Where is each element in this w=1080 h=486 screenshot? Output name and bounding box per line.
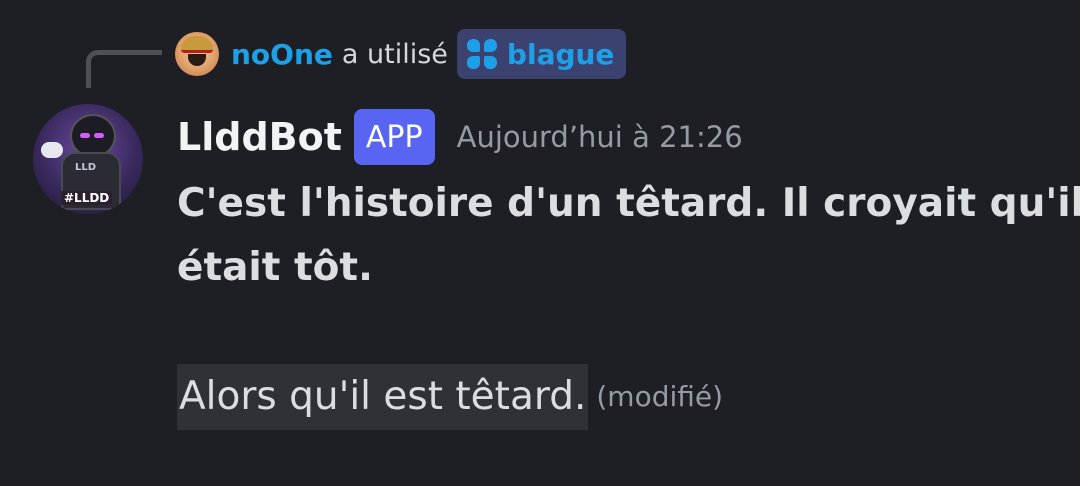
- message-line-1: C'est l'histoire d'un têtard. Il croyait…: [177, 181, 1080, 226]
- face-icon: [188, 54, 206, 66]
- app-command-icon: [466, 39, 497, 69]
- user-avatar[interactable]: [175, 32, 219, 76]
- message-header: LlddBot APP Aujourd’hui à 21:26: [177, 108, 743, 166]
- command-user-name[interactable]: noOne: [231, 38, 333, 71]
- bot-username[interactable]: LlddBot: [177, 115, 342, 159]
- message-content: C'est l'histoire d'un têtard. Il croyait…: [177, 172, 1080, 430]
- discord-logo-icon: [41, 142, 63, 158]
- command-name: blague: [506, 37, 615, 71]
- edited-indicator[interactable]: (modifié): [596, 365, 723, 429]
- message-line-3-row: Alors qu'il est têtard. (modifié): [177, 364, 1067, 430]
- chat-message: noOne a utilisé blague LLD #LLDD LlddBot…: [0, 0, 1080, 486]
- app-badge: APP: [353, 109, 435, 165]
- message-line-3: Alors qu'il est têtard.: [177, 364, 589, 430]
- reply-connector: [86, 50, 162, 88]
- command-used-text: a utilisé: [341, 38, 448, 70]
- avatar-tag-text: #LLDD: [61, 191, 113, 205]
- command-mention[interactable]: blague: [456, 29, 627, 79]
- straw-hat-icon: [181, 36, 213, 53]
- command-usage-header: noOne a utilisé blague: [175, 28, 627, 80]
- bot-avatar[interactable]: LLD #LLDD: [33, 104, 143, 214]
- message-line-2: était tôt.: [177, 245, 373, 290]
- avatar-chest-text: LLD: [75, 162, 97, 173]
- message-timestamp[interactable]: Aujourd’hui à 21:26: [457, 120, 743, 154]
